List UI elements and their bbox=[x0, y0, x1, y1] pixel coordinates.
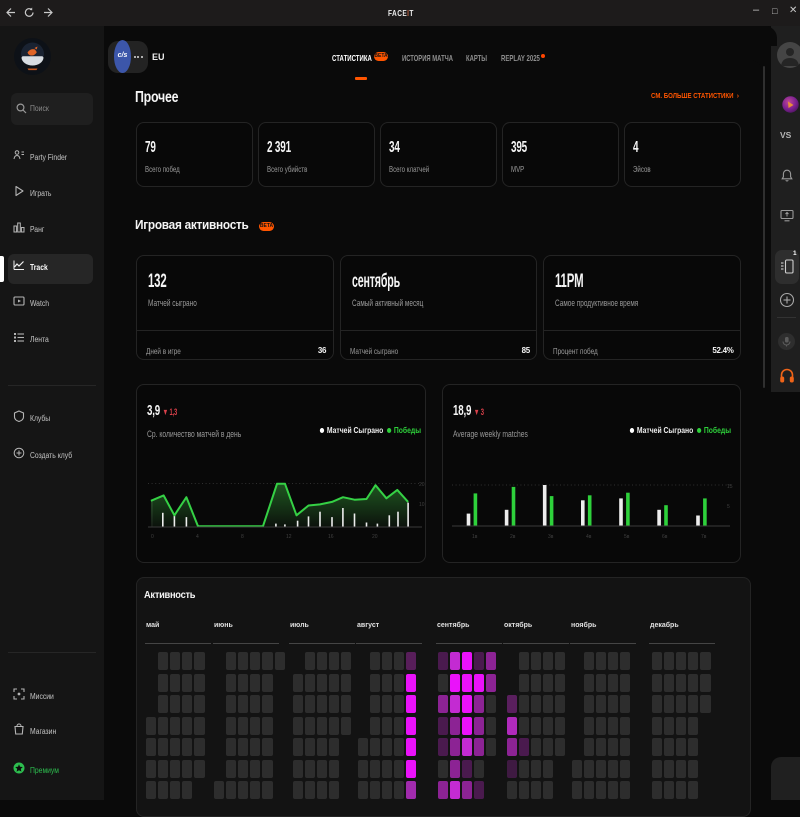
svg-text:7в: 7в bbox=[701, 534, 707, 540]
svg-text:16: 16 bbox=[328, 534, 334, 540]
svg-text:10: 10 bbox=[419, 502, 425, 508]
svg-text:6в: 6в bbox=[662, 534, 668, 540]
svg-text:5в: 5в bbox=[624, 534, 630, 540]
svg-text:2в: 2в bbox=[510, 534, 516, 540]
svg-text:4в: 4в bbox=[586, 534, 592, 540]
svg-text:5: 5 bbox=[727, 504, 730, 510]
svg-text:3в: 3в bbox=[548, 534, 554, 540]
svg-text:1в: 1в bbox=[472, 534, 478, 540]
svg-text:15: 15 bbox=[727, 484, 733, 490]
svg-text:12: 12 bbox=[286, 534, 292, 540]
svg-text:4: 4 bbox=[196, 534, 199, 540]
svg-text:8: 8 bbox=[241, 534, 244, 540]
svg-text:0: 0 bbox=[151, 534, 154, 540]
svg-text:20: 20 bbox=[372, 534, 378, 540]
svg-text:20: 20 bbox=[419, 482, 425, 488]
